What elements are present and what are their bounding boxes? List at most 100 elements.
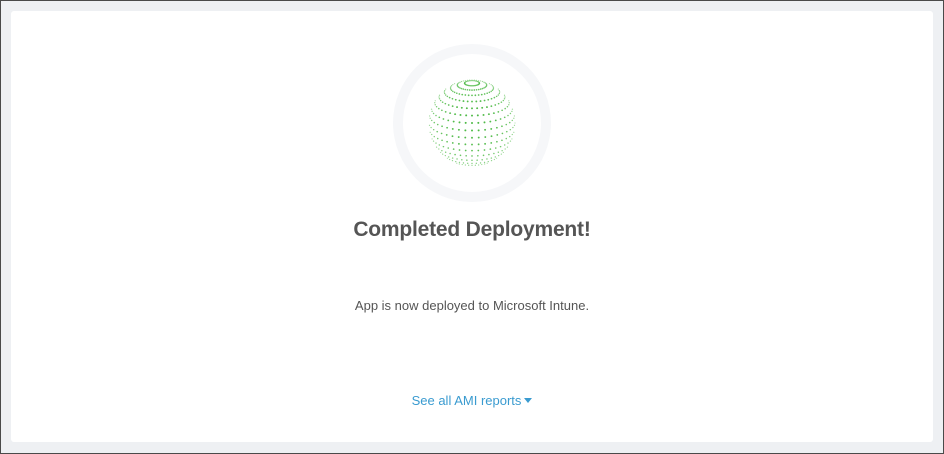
globe-dot	[445, 88, 447, 90]
globe-dot	[489, 120, 492, 123]
globe-dot	[496, 134, 499, 136]
globe-dot	[498, 91, 501, 93]
globe-dot	[471, 122, 473, 125]
globe-dot	[465, 107, 468, 110]
globe-dot	[501, 150, 503, 152]
globe-dot	[466, 100, 469, 103]
globe-dot	[438, 96, 440, 98]
globe-dot	[503, 116, 506, 119]
globe-dot	[508, 104, 510, 106]
globe-dot	[484, 136, 487, 138]
globe-dot	[504, 96, 506, 98]
globe-dot	[471, 143, 473, 146]
globe-dot	[432, 112, 435, 115]
globe-dot	[434, 100, 436, 102]
globe-dot	[464, 129, 467, 132]
globe-dot	[508, 102, 510, 104]
globe-dot	[455, 92, 458, 95]
globe-dot	[478, 164, 480, 166]
globe-dot	[490, 105, 493, 108]
globe-dot	[481, 106, 484, 109]
globe-dot	[450, 86, 452, 88]
globe-dot	[480, 93, 483, 96]
globe-dot	[490, 160, 493, 162]
see-all-reports-link[interactable]: See all AMI reports	[11, 393, 933, 408]
globe-dot	[451, 105, 454, 108]
globe-dot	[438, 144, 441, 146]
globe-dot	[456, 106, 458, 109]
globe-dot	[500, 101, 503, 103]
globe-dot	[438, 116, 441, 119]
globe-dot	[436, 123, 439, 126]
globe-dot	[477, 121, 480, 124]
globe-dot	[471, 162, 473, 165]
globe-dot	[451, 127, 454, 130]
globe-dot	[513, 115, 515, 117]
globe-dot	[471, 164, 473, 166]
globe-dot	[497, 102, 500, 105]
globe-dot	[470, 80, 472, 82]
globe-dot	[444, 94, 447, 96]
globe-dot	[431, 133, 433, 136]
globe-dot	[490, 157, 493, 159]
globe-dot	[431, 110, 433, 113]
globe-dot	[462, 88, 465, 90]
globe-dot	[460, 106, 463, 109]
globe-dot	[464, 94, 467, 96]
globe-dot	[466, 162, 469, 164]
globe-dot	[494, 119, 497, 122]
globe-dot	[495, 95, 498, 98]
globe-dot	[506, 106, 509, 108]
globe-dot	[477, 94, 480, 96]
globe-dot	[492, 87, 495, 89]
globe-dot	[501, 109, 503, 112]
globe-dot	[491, 85, 494, 87]
globe-dot	[447, 104, 450, 106]
globe-dot	[482, 154, 485, 157]
globe-dot	[481, 158, 483, 161]
globe-dot	[440, 132, 443, 135]
globe-dot	[481, 163, 483, 166]
globe-ring	[393, 44, 551, 202]
globe-dot	[430, 126, 432, 129]
globe-dot	[479, 162, 482, 164]
globe-dot	[441, 150, 443, 152]
globe-dot	[455, 160, 457, 163]
globe-dot	[460, 87, 463, 90]
globe-dot	[490, 84, 492, 86]
globe-dot	[500, 153, 502, 155]
globe-dot	[513, 124, 516, 126]
globe-dot	[501, 125, 503, 128]
globe-dot	[465, 154, 467, 157]
globe-dot	[443, 91, 446, 93]
globe-dot	[429, 115, 431, 117]
globe-dot	[453, 91, 456, 94]
globe-dot	[490, 135, 493, 138]
globe-dot	[486, 92, 489, 95]
globe-dot	[492, 88, 494, 90]
globe-dot	[458, 121, 461, 124]
globe-dot	[473, 89, 476, 91]
globe-dot	[471, 159, 473, 162]
globe-dot	[432, 128, 435, 131]
globe-dot	[431, 138, 433, 140]
globe-dot	[504, 107, 506, 110]
globe-dot	[498, 89, 500, 92]
globe-dot	[446, 95, 449, 98]
globe-dot	[468, 164, 470, 166]
globe-dot	[486, 106, 488, 109]
globe-dot	[477, 149, 480, 152]
globe-dot	[445, 134, 448, 136]
globe-dot	[473, 80, 475, 82]
globe-dot	[469, 80, 471, 82]
globe-dot	[449, 158, 451, 161]
globe-dot	[503, 144, 506, 146]
globe-dot	[448, 156, 450, 158]
globe-dot	[483, 99, 486, 102]
globe-dot	[433, 121, 436, 124]
globe-dot	[483, 81, 485, 83]
globe-dot	[470, 84, 472, 87]
globe-dot	[477, 88, 480, 91]
globe-dot	[461, 158, 463, 161]
globe-dot	[477, 143, 480, 146]
